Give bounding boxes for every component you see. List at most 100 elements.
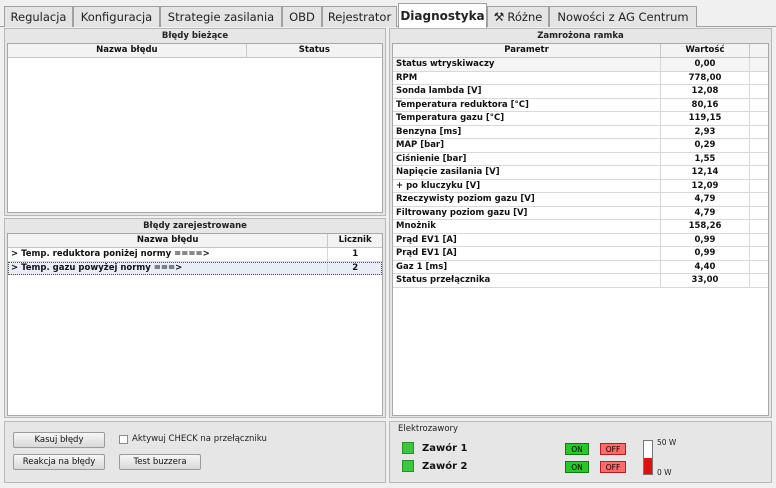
parameter-value: 12,09 — [661, 179, 750, 192]
table-header: Nazwa błędu Status — [8, 44, 382, 58]
table-row[interactable]: Gaz 1 [ms] 4,40 — [393, 260, 768, 274]
valve-2-on-button[interactable]: ON — [565, 461, 589, 473]
column-header-counter[interactable]: Licznik — [328, 234, 382, 247]
parameter-value: 33,00 — [661, 274, 750, 287]
table-row[interactable]: Sonda lambda [V] 12,08 — [393, 85, 768, 99]
valve-2-off-button[interactable]: OFF — [600, 461, 626, 473]
table-row[interactable]: Rzeczywisty poziom gazu [V] 4,79 — [393, 193, 768, 207]
parameter-name: Prąd EV1 [A] — [393, 247, 661, 260]
current-errors-table[interactable]: Nazwa błędu Status — [7, 43, 383, 213]
frozen-frame-title: Zamrożona ramka — [537, 31, 624, 41]
table-row[interactable]: > Temp. reduktora poniżej normy ====> 1 — [8, 248, 382, 262]
valve-2-label: Zawór 2 — [422, 461, 468, 472]
table-row[interactable]: MAP [bar] 0,29 — [393, 139, 768, 153]
clear-errors-button[interactable]: Kasuj błędy — [13, 432, 105, 448]
table-row[interactable]: RPM 778,00 — [393, 71, 768, 85]
tab-nowosci[interactable]: Nowości z AG Centrum — [549, 6, 697, 27]
tab-konfiguracja[interactable]: Konfiguracja — [73, 6, 160, 27]
valve-1-label: Zawór 1 — [422, 443, 468, 454]
error-count: 2 — [352, 262, 359, 273]
parameter-name: Filtrowany poziom gazu [V] — [393, 206, 661, 219]
table-row[interactable]: Temperatura reduktora [°C] 80,16 — [393, 98, 768, 112]
parameter-name: Ciśnienie [bar] — [393, 152, 661, 165]
tab-bar: Regulacja Konfiguracja Strategie zasilan… — [0, 0, 776, 28]
parameter-value: 12,08 — [661, 85, 750, 98]
table-row[interactable]: Mnożnik 158,26 — [393, 220, 768, 234]
tab-label: Strategie zasilania — [167, 10, 275, 24]
table-row[interactable]: Status przełącznika 33,00 — [393, 274, 768, 288]
parameter-value: 4,79 — [661, 193, 750, 206]
parameter-name: Rzeczywisty poziom gazu [V] — [393, 193, 661, 206]
error-count: 1 — [352, 249, 359, 259]
table-row[interactable]: Benzyna [ms] 2,93 — [393, 125, 768, 139]
column-header-name[interactable]: Nazwa błędu — [8, 44, 247, 57]
table-header: Parametr Wartość — [393, 44, 768, 58]
error-reaction-button[interactable]: Reakcja na błędy — [13, 454, 105, 470]
parameter-value: 119,15 — [661, 112, 750, 125]
tab-obd[interactable]: OBD — [282, 6, 322, 27]
table-row[interactable]: Ciśnienie [bar] 1,55 — [393, 152, 768, 166]
parameter-name: MAP [bar] — [393, 139, 661, 152]
parameter-name: + po kluczyku [V] — [393, 179, 661, 192]
tab-label: Konfiguracja — [80, 10, 153, 24]
registered-errors-panel: Błędy zarejestrowane Nazwa błędu Licznik… — [4, 218, 386, 418]
column-header-status[interactable]: Status — [247, 44, 382, 57]
valve-2-status-led — [402, 460, 414, 472]
parameter-name: Status przełącznika — [393, 274, 661, 287]
valves-title: Elektrozawory — [398, 424, 459, 434]
parameter-name: Status wtryskiwaczy — [393, 58, 661, 71]
table-row[interactable]: + po kluczyku [V] 12,09 — [393, 179, 768, 193]
parameter-value: 1,55 — [661, 152, 750, 165]
tab-label: Rejestrator — [327, 10, 392, 24]
table-row[interactable]: Prąd EV1 [A] 0,99 — [393, 247, 768, 261]
tab-label: Regulacja — [10, 10, 67, 24]
parameter-name: Temperatura reduktora [°C] — [393, 98, 661, 111]
gauge-min-label: 0 W — [657, 468, 672, 477]
parameter-value: 158,26 — [661, 220, 750, 233]
parameter-name: Gaz 1 [ms] — [393, 260, 661, 273]
parameter-value: 4,40 — [661, 260, 750, 273]
error-controls-panel: Kasuj błędy Reakcja na błędy Aktywuj CHE… — [4, 421, 386, 483]
tab-rozne[interactable]: ⚒ Różne — [487, 6, 549, 27]
power-gauge-fill — [644, 457, 652, 474]
tab-label: OBD — [289, 10, 315, 24]
tab-label: Różne — [507, 10, 543, 24]
valve-1-status-led — [402, 442, 414, 454]
current-errors-panel: Błędy bieżące Nazwa błędu Status — [4, 28, 386, 216]
buzzer-test-button[interactable]: Test buzzera — [119, 454, 201, 470]
parameter-name: Sonda lambda [V] — [393, 85, 661, 98]
valve-1-off-button[interactable]: OFF — [600, 443, 626, 455]
table-row[interactable]: Napięcie zasilania [V] 12,14 — [393, 166, 768, 180]
gauge-max-label: 50 W — [657, 438, 677, 447]
registered-errors-table[interactable]: Nazwa błędu Licznik > Temp. reduktora po… — [7, 233, 383, 416]
table-row[interactable]: > Temp. gazu powyżej normy ===> 2 — [8, 261, 382, 275]
error-name: > Temp. gazu powyżej normy ===> — [8, 261, 329, 274]
current-errors-title: Błędy bieżące — [161, 31, 229, 41]
column-header-parameter[interactable]: Parametr — [393, 44, 661, 57]
parameter-name: Napięcie zasilania [V] — [393, 166, 661, 179]
frozen-frame-table[interactable]: Parametr Wartość Status wtryskiwaczy 0,00… — [392, 43, 769, 416]
table-row[interactable]: Status wtryskiwaczy 0,00 — [393, 58, 768, 72]
table-row[interactable]: Filtrowany poziom gazu [V] 4,79 — [393, 206, 768, 220]
column-header-name[interactable]: Nazwa błędu — [8, 234, 329, 247]
registered-errors-title: Błędy zarejestrowane — [143, 221, 247, 231]
parameter-value: 0,29 — [661, 139, 750, 152]
parameter-value: 0,99 — [661, 247, 750, 260]
parameter-value: 0,99 — [661, 233, 750, 246]
parameter-value: 2,93 — [661, 125, 750, 138]
tab-regulacja[interactable]: Regulacja — [4, 6, 73, 27]
tab-strategie-zasilania[interactable]: Strategie zasilania — [160, 6, 282, 27]
table-row[interactable]: Prąd EV1 [A] 0,99 — [393, 233, 768, 247]
power-gauge — [643, 440, 653, 475]
table-row[interactable]: Temperatura gazu [°C] 119,15 — [393, 112, 768, 126]
column-header-value[interactable]: Wartość — [661, 44, 750, 57]
tab-diagnostyka[interactable]: Diagnostyka — [398, 3, 487, 28]
tab-rejestrator[interactable]: Rejestrator — [322, 6, 397, 27]
table-header: Nazwa błędu Licznik — [8, 234, 382, 248]
parameter-name: RPM — [393, 71, 661, 84]
parameter-value: 778,00 — [661, 71, 750, 84]
tools-icon: ⚒ — [493, 10, 505, 24]
valve-1-on-button[interactable]: ON — [565, 443, 589, 455]
activate-check-checkbox[interactable] — [119, 435, 128, 444]
tab-label: Nowości z AG Centrum — [557, 10, 689, 24]
